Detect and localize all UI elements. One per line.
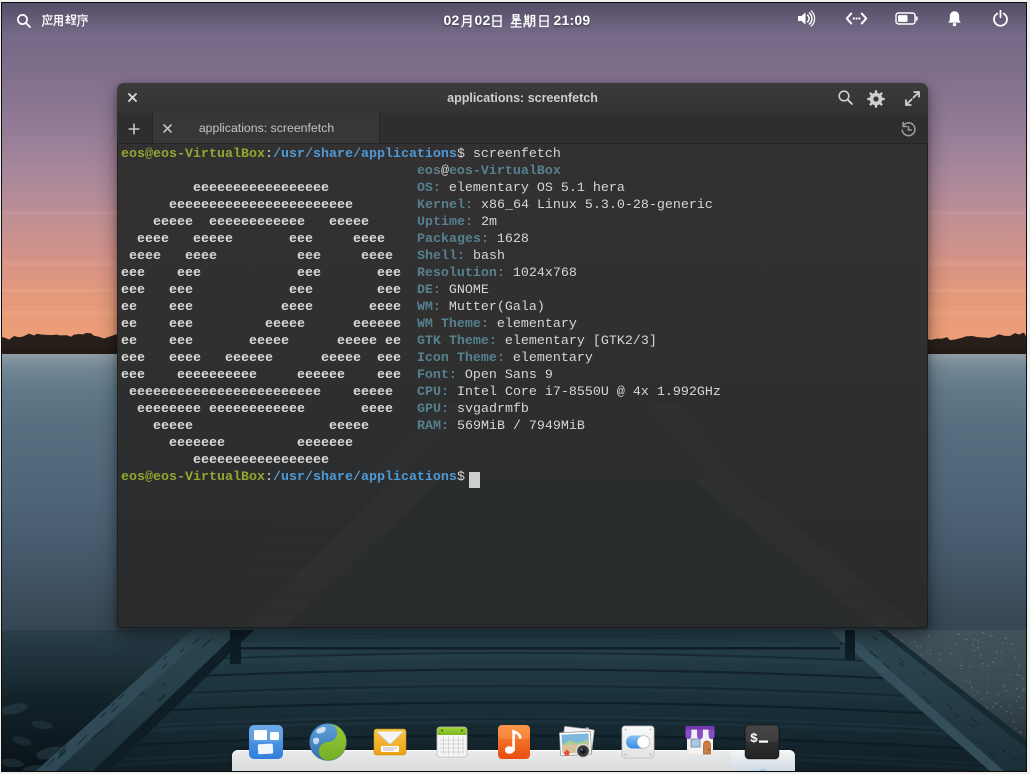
svg-text:$: $ bbox=[750, 731, 758, 746]
